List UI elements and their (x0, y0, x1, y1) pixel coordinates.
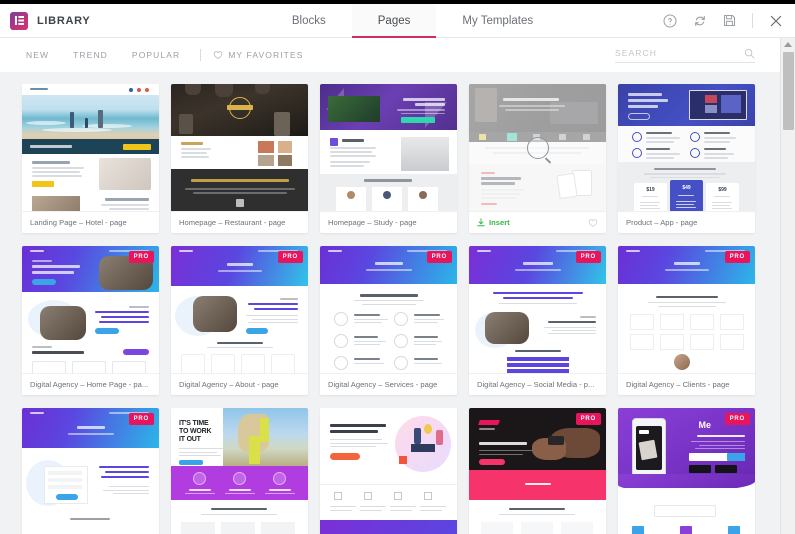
search-box[interactable] (615, 48, 755, 63)
template-card[interactable]: PRO (618, 246, 755, 395)
template-title: Homepage – Study - page (328, 218, 417, 227)
templates-scroll-area[interactable]: Landing Page – Hotel - page Homepage – R… (0, 73, 795, 534)
scroll-up-button[interactable] (781, 38, 795, 51)
pro-badge: PRO (128, 251, 154, 263)
tab-my-templates[interactable]: My Templates (436, 4, 559, 37)
template-title: Homepage – Restaurant - page (179, 218, 286, 227)
tab-bar: Blocks Pages My Templates (260, 4, 565, 38)
modal-header: LIBRARY Blocks Pages My Templates (0, 4, 795, 38)
template-thumbnail: PRO (320, 246, 457, 374)
template-title: Digital Agency – About - page (179, 380, 279, 389)
tab-blocks[interactable]: Blocks (266, 4, 352, 37)
insert-download-icon[interactable] (477, 218, 485, 227)
price-value: $99 (718, 187, 727, 193)
pro-badge: PRO (128, 413, 154, 425)
template-title: Landing Page – Hotel - page (30, 218, 127, 227)
template-thumbnail: $19 $49 $99 (618, 84, 755, 212)
template-thumbnail: PRO (22, 246, 159, 374)
filter-my-favorites[interactable]: MY FAVORITES (209, 50, 303, 60)
save-icon[interactable] (723, 14, 736, 27)
pro-badge: PRO (724, 251, 750, 263)
template-thumbnail: PRO (171, 246, 308, 374)
elementor-logo-icon (10, 11, 28, 30)
template-title: Digital Agency – Home Page - pa... (30, 380, 149, 389)
template-thumbnail: PRO Me (618, 408, 755, 534)
search-icon (744, 48, 755, 58)
header-divider (752, 13, 753, 28)
filter-new[interactable]: NEW (22, 50, 61, 60)
template-title: Digital Agency – Services - page (328, 380, 438, 389)
pro-badge: PRO (724, 413, 750, 425)
filter-popular[interactable]: POPULAR (120, 50, 192, 60)
template-card[interactable]: IT'S TIME TO WORK IT OUT (171, 408, 308, 534)
template-thumbnail: PRO (618, 246, 755, 374)
scroll-thumb[interactable] (783, 52, 794, 130)
insert-bar: Insert (469, 212, 606, 233)
template-card[interactable]: PRO (320, 246, 457, 395)
preview-magnifier-icon[interactable] (526, 136, 549, 159)
my-favorites-label: MY FAVORITES (228, 50, 304, 60)
template-thumbnail (469, 84, 606, 212)
template-card-hovered[interactable]: Insert (469, 84, 606, 233)
price-value: $19 (646, 187, 655, 193)
filter-trend[interactable]: TREND (61, 50, 120, 60)
template-thumbnail (320, 408, 457, 534)
template-card[interactable]: Landing Page – Hotel - page (22, 84, 159, 233)
template-thumbnail: IT'S TIME TO WORK IT OUT (171, 408, 308, 534)
insert-label[interactable]: Insert (489, 218, 510, 227)
tab-pages[interactable]: Pages (351, 4, 437, 38)
pro-badge: PRO (277, 251, 303, 263)
template-card[interactable]: Homepage – Study - page (320, 84, 457, 233)
library-modal-window: LIBRARY Blocks Pages My Templates NEW TR… (0, 0, 795, 534)
template-title: Digital Agency – Clients - page (626, 380, 730, 389)
search-input[interactable] (615, 48, 744, 58)
help-icon[interactable] (663, 14, 677, 28)
template-title: Product – App - page (626, 218, 698, 227)
template-card[interactable]: Homepage – Restaurant - page (171, 84, 308, 233)
pro-badge: PRO (426, 251, 452, 263)
sync-icon[interactable] (693, 14, 707, 28)
filter-divider (200, 49, 202, 61)
thumbnail-hover-overlay[interactable] (469, 84, 606, 211)
filter-bar: NEW TREND POPULAR MY FAVORITES (0, 38, 795, 72)
template-card[interactable]: PRO (469, 246, 606, 395)
template-thumbnail: PRO (22, 408, 159, 534)
chevron-up-icon (784, 42, 792, 47)
pro-badge: PRO (575, 413, 601, 425)
template-card[interactable]: PRO (22, 408, 159, 534)
header-actions (565, 4, 795, 37)
favorite-heart-icon[interactable] (588, 218, 598, 228)
template-thumbnail: PRO (469, 408, 606, 534)
template-title: Digital Agency – Social Media - p... (477, 380, 595, 389)
template-card[interactable]: PRO (171, 246, 308, 395)
template-thumbnail (171, 84, 308, 212)
page-title: LIBRARY (37, 14, 91, 27)
price-value: $49 (682, 185, 691, 191)
template-card[interactable]: PRO (22, 246, 159, 395)
template-card[interactable]: $19 $49 $99 Product – App - page (618, 84, 755, 233)
me-headline: Me (698, 420, 711, 430)
template-card[interactable]: PRO Me (618, 408, 755, 534)
template-thumbnail: PRO (469, 246, 606, 374)
template-thumbnail (320, 84, 457, 212)
templates-grid: Landing Page – Hotel - page Homepage – R… (0, 73, 795, 534)
pro-badge: PRO (575, 251, 601, 263)
vertical-scrollbar[interactable] (780, 38, 795, 534)
template-card[interactable]: PRO (469, 408, 606, 534)
template-thumbnail (22, 84, 159, 212)
template-card[interactable] (320, 408, 457, 534)
close-icon[interactable] (769, 14, 783, 28)
brand: LIBRARY (0, 4, 260, 37)
heart-icon (214, 51, 223, 59)
filter-group: NEW TREND POPULAR MY FAVORITES (22, 49, 303, 61)
